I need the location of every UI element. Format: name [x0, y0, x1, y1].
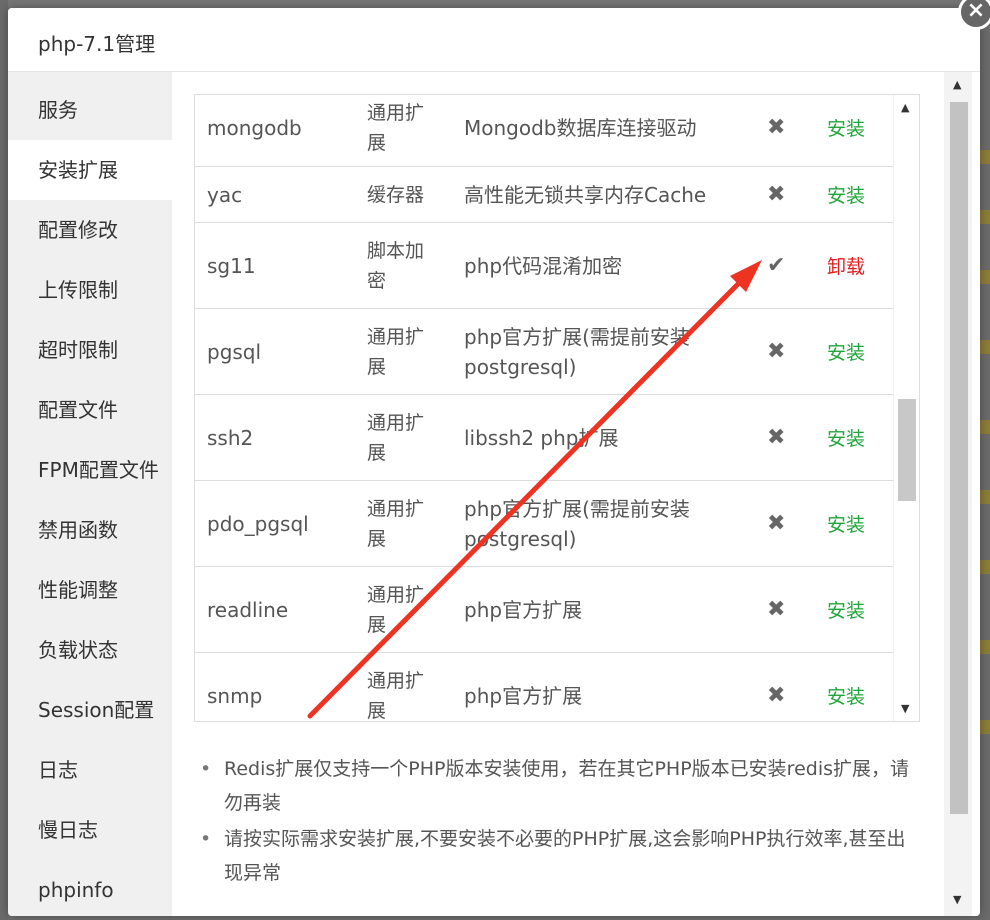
install-link[interactable]: 安装	[827, 395, 865, 480]
extension-name: sg11	[207, 253, 256, 278]
extension-description: php官方扩展(需提前安装postgresql)	[464, 496, 690, 551]
extension-description: Mongodb数据库连接驱动	[464, 115, 697, 140]
sidebar-item[interactable]: phpinfo	[8, 860, 172, 916]
install-link[interactable]: 安装	[827, 481, 865, 566]
extension-name: yac	[207, 182, 243, 207]
extensions-table: mongodb 通用扩展 Mongodb数据库连接驱动 ✖ 安装 yac 缓存器 高性能无锁共…	[194, 94, 920, 722]
background-header-strip	[0, 0, 990, 8]
extension-type: 通用扩展	[367, 669, 425, 722]
note-item: Redis扩展仅支持一个PHP版本安装使用，若在其它PHP版本已安装redis扩…	[194, 752, 924, 820]
table-row: pgsql 通用扩展 php官方扩展(需提前安装postgresql) ✖ 安装	[195, 309, 893, 395]
install-link[interactable]: 安装	[827, 167, 865, 222]
table-row: readline 通用扩展 php官方扩展 ✖ 安装	[195, 567, 893, 653]
extension-description: php官方扩展	[464, 683, 583, 708]
sidebar-item[interactable]: FPM配置文件	[8, 440, 172, 500]
extension-name: pdo_pgsql	[207, 511, 309, 536]
sidebar-item[interactable]: 上传限制	[8, 260, 172, 320]
extension-description: php代码混淆加密	[464, 253, 623, 278]
extension-type: 脚本加密	[367, 239, 425, 292]
sidebar-item[interactable]: 日志	[8, 740, 172, 800]
extension-name: pgsql	[207, 339, 262, 364]
table-row: ssh2 通用扩展 libssh2 php扩展 ✖ 安装	[195, 395, 893, 481]
extension-description: libssh2 php扩展	[464, 425, 619, 450]
content-scroll-thumb[interactable]	[950, 102, 968, 814]
extension-description: php官方扩展	[464, 597, 583, 622]
sidebar-item[interactable]: 慢日志	[8, 800, 172, 860]
extension-type: 通用扩展	[367, 101, 425, 154]
sidebar-item[interactable]: 安装扩展	[8, 140, 172, 200]
extension-type: 通用扩展	[367, 325, 425, 378]
table-row: snmp 通用扩展 php官方扩展 ✖ 安装	[195, 653, 893, 722]
note-item: 请按实际需求安装扩展,不要安装不必要的PHP扩展,这会影响PHP执行效率,甚至出…	[194, 822, 924, 890]
extension-type: 缓存器	[367, 183, 425, 206]
not-installed-x-icon: ✖	[767, 425, 786, 450]
install-link[interactable]: 安装	[827, 95, 865, 166]
table-scroll-down-icon[interactable]: ▼	[901, 702, 909, 715]
modal-header: php-7.1管理	[8, 8, 980, 72]
sidebar-item[interactable]: 配置文件	[8, 380, 172, 440]
table-scroll-up-icon[interactable]: ▲	[901, 101, 909, 114]
extension-type: 通用扩展	[367, 411, 425, 464]
modal-title: php-7.1管理	[38, 32, 156, 56]
table-row: mongodb 通用扩展 Mongodb数据库连接驱动 ✖ 安装	[195, 95, 893, 167]
not-installed-x-icon: ✖	[767, 182, 786, 207]
table-scroll-thumb[interactable]	[898, 399, 916, 501]
content-panel: mongodb 通用扩展 Mongodb数据库连接驱动 ✖ 安装 yac 缓存器 高性能无锁共…	[172, 72, 980, 916]
install-link[interactable]: 安装	[827, 567, 865, 652]
not-installed-x-icon: ✖	[767, 511, 786, 536]
extension-description: php官方扩展(需提前安装postgresql)	[464, 324, 690, 379]
sidebar-item[interactable]: 配置修改	[8, 200, 172, 260]
php-manager-modal: php-7.1管理 服务 安装扩展 配置修改 上传限制 超时限制 配置文件 FPM配置文件禁…	[8, 8, 980, 916]
installed-check-icon: ✔	[767, 253, 786, 278]
table-row: pdo_pgsql 通用扩展 php官方扩展(需提前安装postgresql) ✖ 安装	[195, 481, 893, 567]
table-scrollbar[interactable]: ▲ ▼	[893, 95, 919, 721]
table-row: yac 缓存器 高性能无锁共享内存Cache ✖ 安装	[195, 167, 893, 223]
sidebar-item[interactable]: 超时限制	[8, 320, 172, 380]
not-installed-x-icon: ✖	[767, 683, 786, 708]
background-left-strip	[0, 0, 8, 920]
content-scroll-up-icon[interactable]: ▲	[953, 78, 961, 91]
extension-name: snmp	[207, 683, 263, 708]
sidebar-item[interactable]: 负载状态	[8, 620, 172, 680]
sidebar: 服务 安装扩展 配置修改 上传限制 超时限制 配置文件 FPM配置文件 禁用函数 性能调整 负载状…	[8, 72, 172, 916]
content-scrollbar[interactable]: ▲ ▼	[944, 72, 972, 916]
table-row: sg11 脚本加密 php代码混淆加密 ✔ 卸载	[195, 223, 893, 309]
extension-type: 通用扩展	[367, 497, 425, 550]
not-installed-x-icon: ✖	[767, 339, 786, 364]
not-installed-x-icon: ✖	[767, 597, 786, 622]
extension-name: ssh2	[207, 425, 254, 450]
extension-name: readline	[207, 597, 289, 622]
sidebar-item[interactable]: 性能调整	[8, 560, 172, 620]
install-link[interactable]: 安装	[827, 309, 865, 394]
sidebar-item[interactable]: 服务	[8, 80, 172, 140]
extension-name: mongodb	[207, 115, 302, 140]
not-installed-x-icon: ✖	[767, 115, 786, 140]
extension-type: 通用扩展	[367, 583, 425, 636]
notes-list: Redis扩展仅支持一个PHP版本安装使用，若在其它PHP版本已安装redis扩…	[194, 752, 924, 892]
sidebar-item[interactable]: Session配置	[8, 680, 172, 740]
content-scroll-down-icon[interactable]: ▼	[953, 893, 961, 906]
uninstall-link[interactable]: 卸载	[827, 223, 865, 308]
extension-description: 高性能无锁共享内存Cache	[464, 182, 707, 207]
sidebar-item[interactable]: 禁用函数	[8, 500, 172, 560]
install-link[interactable]: 安装	[827, 653, 865, 721]
